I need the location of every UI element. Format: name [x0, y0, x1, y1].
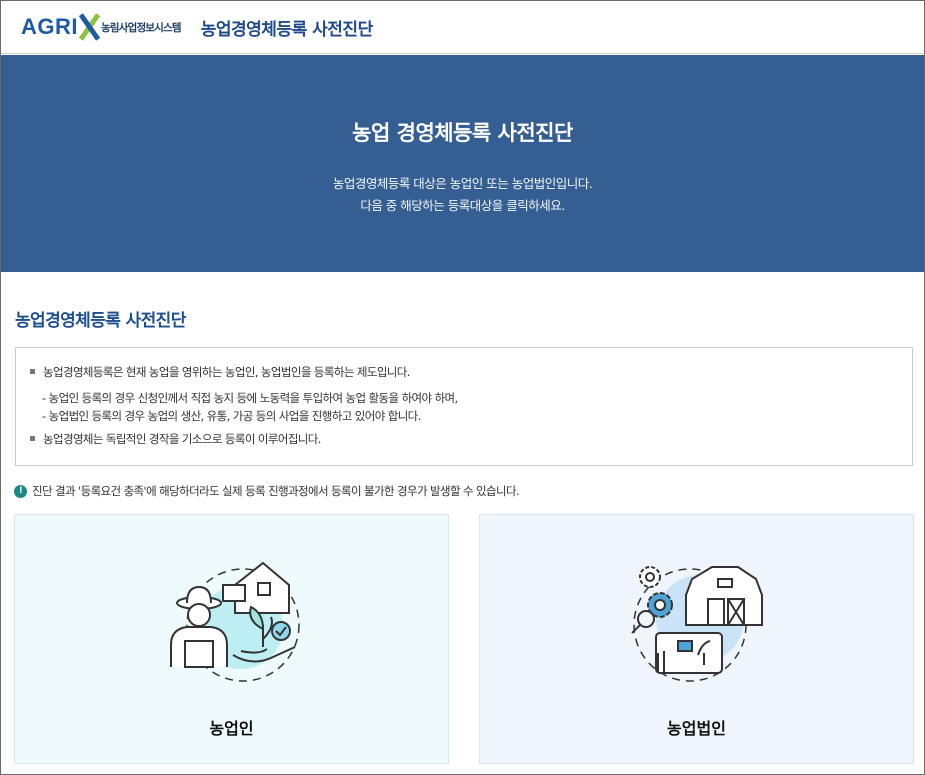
hero-description-line1: 농업경영체등록 대상은 농업인 또는 농업법인입니다.	[332, 176, 593, 191]
info-item: 농업경영체는 독립적인 경작을 기소으로 등록이 이루어집니다.	[30, 431, 321, 447]
notice: ! 진단 결과 '등록요건 충족'에 해당하더라도 실제 등록 진행과정에서 등…	[14, 483, 520, 499]
top-header: AGRI 농림사업정보시스템 농업경영체등록 사전진단	[1, 1, 924, 54]
section-title: 농업경영체등록 사전진단	[15, 311, 186, 331]
hero-title: 농업 경영체등록 사전진단	[352, 121, 573, 145]
hero-banner: 농업 경영체등록 사전진단 농업경영체등록 대상은 농업인 또는 농업법인입니다…	[1, 55, 924, 272]
info-subitem: - 농업법인 등록의 경우 농업의 생산, 유통, 가공 등의 사업을 진행하고…	[42, 409, 421, 423]
card-farmer-label: 농업인	[209, 719, 254, 738]
bullet-icon	[30, 436, 35, 441]
logo-x-icon	[78, 13, 101, 41]
notice-text: 진단 결과 '등록요건 충족'에 해당하더라도 실제 등록 진행과정에서 등록이…	[32, 484, 520, 498]
logo-subtitle: 농림사업정보시스템	[101, 21, 182, 34]
info-item: 농업경영체등록은 현재 농업을 영위하는 농업인, 농업법인을 등록하는 제도입…	[30, 364, 410, 380]
card-farmer[interactable]: 농업인	[14, 514, 449, 764]
site-title[interactable]: 농업경영체등록 사전진단	[201, 15, 373, 40]
bullet-icon	[30, 369, 35, 374]
info-icon: !	[14, 484, 27, 498]
card-farm-corporation[interactable]: 농업법인	[479, 514, 914, 764]
info-box: 농업경영체등록은 현재 농업을 영위하는 농업인, 농업법인을 등록하는 제도입…	[15, 347, 913, 466]
card-farm-corporation-label: 농업법인	[667, 719, 726, 738]
agrix-logo[interactable]: AGRI 농림사업정보시스템	[21, 13, 182, 41]
farm-corporation-icon	[631, 566, 763, 682]
hero-description-line2: 다음 중 해당하는 등록대상을 클릭하세요.	[360, 198, 565, 213]
logo-wordmark: AGRI	[21, 14, 78, 39]
info-subitem: - 농업인 등록의 경우 신청인께서 직접 농지 등에 노동력을 투입하여 농업…	[42, 391, 458, 405]
farmer-icon	[170, 561, 300, 682]
